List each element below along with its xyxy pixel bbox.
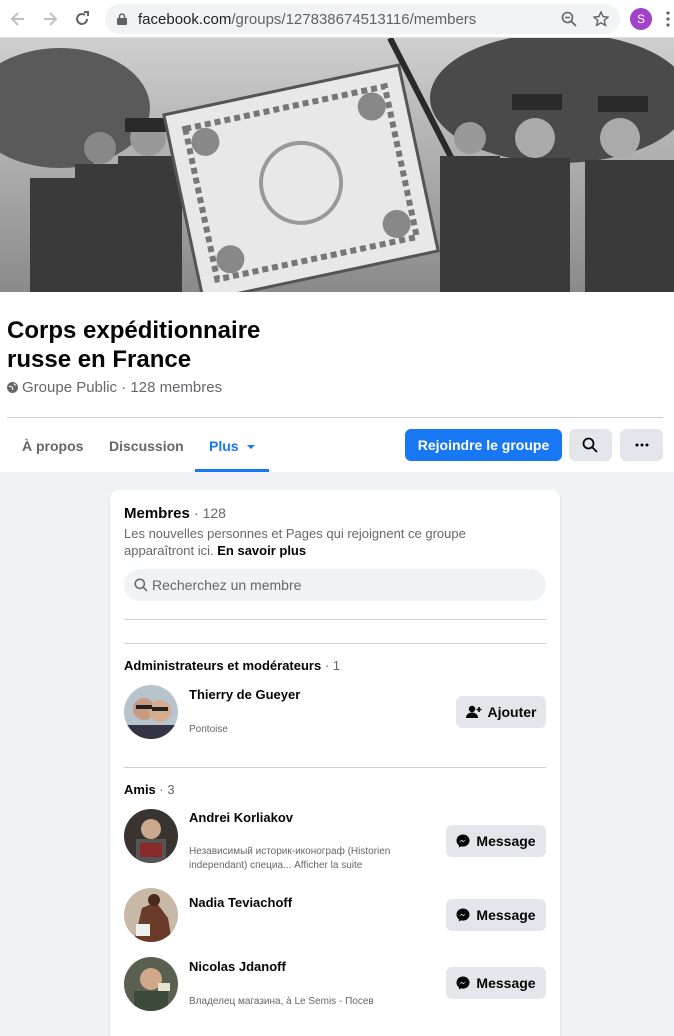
add-friend-label: Ajouter	[487, 704, 537, 720]
admins-count: · 1	[324, 658, 341, 673]
message-label: Message	[476, 907, 536, 923]
member-name[interactable]: Thierry de Gueyer	[189, 687, 300, 702]
more-options-button[interactable]	[620, 429, 663, 461]
group-meta-text: Groupe Public · 128 membres	[22, 379, 223, 396]
add-friend-button[interactable]: Ajouter	[456, 696, 546, 728]
message-label: Message	[476, 833, 536, 849]
message-button[interactable]: Message	[446, 967, 546, 999]
message-button[interactable]: Message	[446, 899, 546, 931]
member-subtitle: Независимый историк-иконограф (Historien…	[189, 846, 391, 871]
cover-photo	[0, 38, 674, 292]
header-divider	[7, 417, 663, 418]
section-divider	[124, 767, 546, 768]
avatar[interactable]	[124, 685, 178, 739]
avatar[interactable]	[124, 809, 178, 863]
friends-count: · 3	[159, 782, 175, 797]
tab-about[interactable]: À propos	[22, 438, 83, 454]
members-title-label: Membres	[124, 505, 190, 522]
caret-down-icon	[247, 445, 256, 449]
url-text: facebook.com/groups/127838674513116/memb…	[138, 11, 476, 28]
avatar[interactable]	[124, 957, 178, 1011]
browser-menu-icon[interactable]	[666, 10, 670, 28]
member-name[interactable]: Andrei Korliakov	[189, 810, 293, 825]
member-search-icon	[134, 578, 148, 592]
member-subtitle: Владелец магазина, à Le Semis - Посев	[189, 996, 374, 1007]
members-description: Les nouvelles personnes et Pages qui rej…	[124, 525, 524, 559]
forward-icon[interactable]	[40, 9, 60, 29]
members-card: Membres · 128 Les nouvelles personnes et…	[110, 490, 560, 1036]
section-divider	[124, 619, 546, 620]
tab-more-label: Plus	[209, 438, 239, 454]
reload-icon[interactable]	[72, 9, 92, 29]
lock-icon	[117, 13, 127, 25]
member-name[interactable]: Nadia Teviachoff	[189, 895, 292, 910]
member-subtitle: Pontoise	[189, 724, 228, 735]
messenger-icon	[456, 976, 470, 990]
profile-avatar[interactable]: S	[630, 8, 652, 30]
avatar[interactable]	[124, 888, 178, 942]
friends-title: Amis	[124, 782, 156, 797]
search-group-button[interactable]	[569, 429, 612, 461]
zoom-icon[interactable]	[561, 11, 577, 27]
member-search-input[interactable]	[152, 570, 532, 600]
messenger-icon	[456, 834, 470, 848]
learn-more-link[interactable]: En savoir plus	[217, 543, 306, 558]
active-tab-indicator	[195, 469, 269, 472]
friends-section-title: Amis · 3	[124, 782, 175, 797]
address-bar[interactable]: facebook.com/groups/127838674513116/memb…	[105, 4, 620, 34]
more-dots-icon	[635, 443, 649, 447]
admins-section-title: Administrateurs et modérateurs · 1	[124, 658, 340, 673]
url-host: facebook.com	[138, 11, 232, 28]
message-button[interactable]: Message	[446, 825, 546, 857]
tab-more[interactable]: Plus	[209, 438, 256, 454]
tab-discussion[interactable]: Discussion	[109, 438, 184, 454]
members-title: Membres · 128	[124, 505, 226, 522]
members-count: · 128	[194, 505, 226, 521]
add-friend-icon	[465, 705, 481, 718]
section-divider	[124, 643, 546, 644]
group-header: Corps expéditionnaire russe en France Gr…	[0, 292, 674, 472]
group-title: Corps expéditionnaire russe en France	[7, 317, 261, 373]
back-icon[interactable]	[8, 9, 28, 29]
globe-icon	[7, 382, 18, 393]
join-group-button[interactable]: Rejoindre le groupe	[405, 429, 562, 461]
admins-title: Administrateurs et modérateurs	[124, 658, 322, 673]
messenger-icon	[456, 908, 470, 922]
group-meta: Groupe Public · 128 membres	[7, 379, 222, 396]
url-path: /groups/127838674513116/members	[231, 11, 477, 28]
browser-toolbar: facebook.com/groups/127838674513116/memb…	[0, 0, 674, 38]
bookmark-star-icon[interactable]	[593, 11, 609, 27]
search-icon	[582, 437, 598, 453]
member-name[interactable]: Nicolas Jdanoff	[189, 959, 286, 974]
message-label: Message	[476, 975, 536, 991]
